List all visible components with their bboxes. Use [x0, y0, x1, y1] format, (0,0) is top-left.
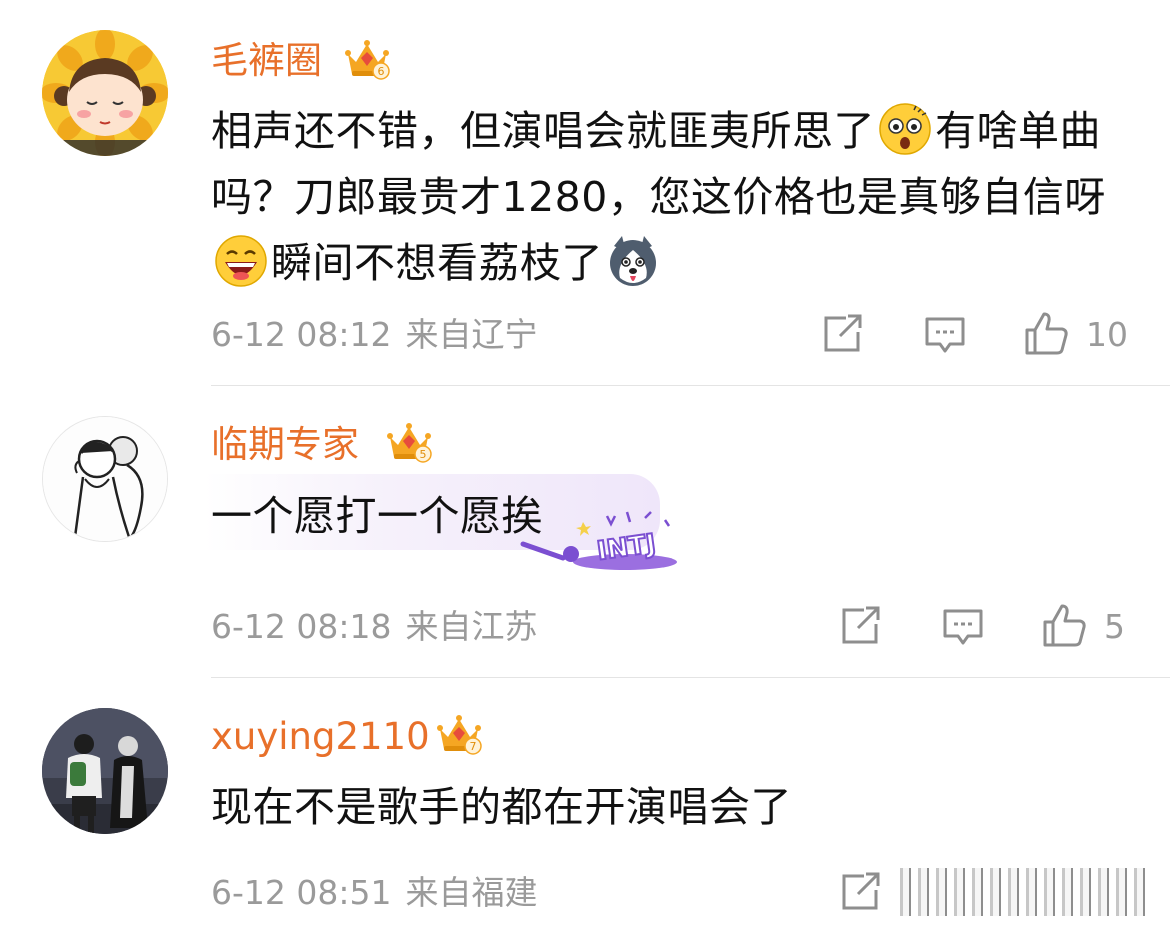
crown-badge-icon: 7 — [436, 713, 482, 757]
username[interactable]: 临期专家 — [211, 426, 359, 463]
share-icon[interactable] — [822, 314, 864, 354]
comment-icon[interactable] — [924, 316, 966, 356]
avatar[interactable] — [42, 416, 168, 542]
obscured-actions — [900, 868, 1150, 916]
like-icon[interactable] — [1024, 310, 1070, 356]
like-count: 10 — [1086, 315, 1128, 354]
avatar[interactable] — [42, 30, 168, 156]
shocked-face-emoji — [878, 102, 932, 156]
divider — [211, 677, 1170, 678]
like-count: 5 — [1104, 607, 1125, 646]
svg-text:5: 5 — [420, 448, 427, 461]
avatar[interactable] — [42, 708, 168, 834]
location: 来自辽宁 — [405, 315, 538, 354]
comment-meta: 6-12 08:12 来自辽宁 — [211, 318, 538, 351]
share-icon[interactable] — [840, 606, 882, 646]
comment-text: 相声还不错，但演唱会就匪夷所思了 有啥单曲吗？刀郎最贵才1280，您这价格也是真够… — [211, 98, 1141, 296]
crown-badge-icon: 5 — [386, 421, 432, 465]
intj-decoration: INTJ — [515, 508, 685, 578]
svg-text:6: 6 — [378, 65, 385, 78]
timestamp: 6-12 08:51 — [211, 873, 392, 912]
laughing-face-emoji — [214, 234, 268, 288]
husky-dog-emoji — [606, 234, 660, 288]
divider — [211, 385, 1170, 386]
comment-meta: 6-12 08:18 来自江苏 — [211, 610, 538, 643]
username[interactable]: xuying2110 — [211, 718, 430, 755]
username[interactable]: 毛裤圈 — [211, 42, 322, 79]
comment-text: 现在不是歌手的都在开演唱会了 — [211, 783, 792, 831]
share-icon[interactable] — [840, 872, 882, 912]
svg-text:7: 7 — [470, 740, 477, 753]
location: 来自福建 — [405, 873, 538, 912]
location: 来自江苏 — [405, 607, 538, 646]
comment-icon[interactable] — [942, 608, 984, 648]
crown-badge-icon: 6 — [344, 38, 390, 82]
comment-meta: 6-12 08:51 来自福建 — [211, 876, 538, 909]
like-icon[interactable] — [1042, 602, 1088, 648]
timestamp: 6-12 08:12 — [211, 315, 392, 354]
timestamp: 6-12 08:18 — [211, 607, 392, 646]
